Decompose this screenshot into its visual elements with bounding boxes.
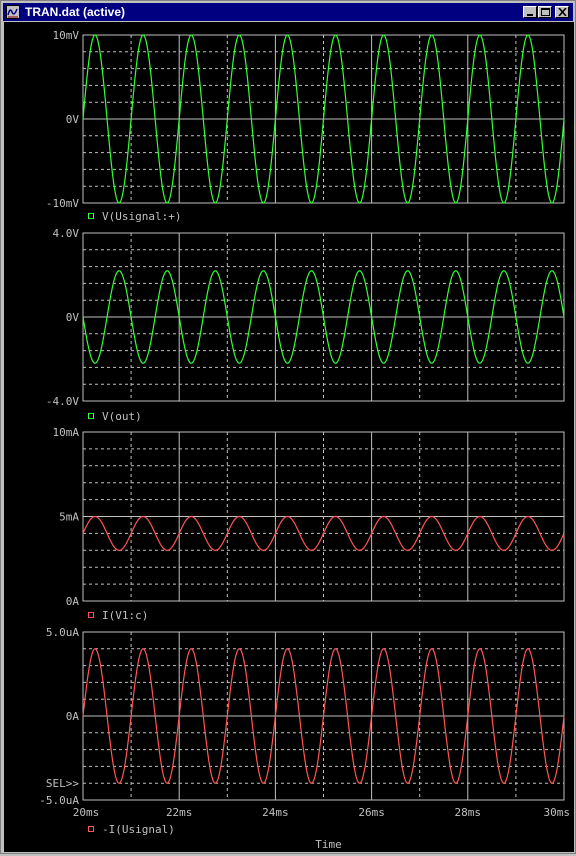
chart-panel-1[interactable]: 10mV 0V -10mV V(Usignal:+)	[46, 29, 565, 223]
chart-panel-3[interactable]: 10mA 5mA 0A I(V1:c)	[53, 426, 565, 622]
series-line-i-v1-c	[82, 515, 565, 551]
maximize-button[interactable]	[538, 6, 552, 18]
x-tick-label: 26ms	[358, 806, 385, 819]
y-tick-label: 10mA	[53, 426, 80, 439]
y-tick-label: 0A	[66, 595, 80, 608]
window-title: TRAN.dat (active)	[25, 5, 126, 19]
x-tick-label: 30ms	[544, 806, 571, 819]
y-tick-label: 4.0V	[53, 227, 80, 240]
sel-marker: SEL>>	[46, 777, 79, 790]
legend-marker	[88, 413, 94, 419]
minimize-button[interactable]	[523, 6, 537, 18]
y-tick-label: 0V	[66, 311, 80, 324]
legend-label: -I(Usignal)	[102, 823, 175, 836]
y-tick-label: -4.0V	[46, 395, 79, 408]
close-icon	[558, 8, 567, 16]
y-tick-label: 10mV	[53, 29, 80, 42]
close-button[interactable]	[555, 6, 569, 18]
legend-marker	[88, 213, 94, 219]
maximize-icon	[541, 8, 550, 16]
legend-marker	[88, 612, 94, 618]
x-tick-label: 20ms	[73, 806, 100, 819]
legend-label: V(Usignal:+)	[102, 210, 181, 223]
legend-marker	[88, 826, 94, 832]
x-tick-label: 22ms	[166, 806, 193, 819]
x-tick-label: 28ms	[455, 806, 482, 819]
x-axis-label: Time	[315, 838, 342, 851]
y-tick-label: 0A	[66, 710, 80, 723]
y-tick-label: 5.0uA	[46, 626, 79, 639]
legend-label: I(V1:c)	[102, 609, 148, 622]
plot-canvas[interactable]: 10mV 0V -10mV V(Usignal:+) 4.0V 0V -4.0V V(out)…	[4, 22, 574, 852]
y-tick-label: 0V	[66, 113, 80, 126]
legend-label: V(out)	[102, 410, 142, 423]
chart-panel-2[interactable]: 4.0V 0V -4.0V V(out)	[46, 227, 565, 423]
probe-window: TRAN.dat (active) 10mV 0V -10mV V(Usignal:+…	[0, 0, 576, 854]
x-tick-label: 24ms	[262, 806, 289, 819]
y-tick-label: -10mV	[46, 197, 79, 210]
minimize-icon	[527, 14, 533, 16]
plot-area[interactable]: 10mV 0V -10mV V(Usignal:+) 4.0V 0V -4.0V V(out)…	[4, 22, 574, 852]
chart-panel-4[interactable]: 5.0uA0A-5.0uA-I(Usignal)SEL>>20ms 22ms 24m…	[39, 626, 570, 851]
probe-window-icon	[6, 5, 20, 19]
y-tick-label: 5mA	[59, 511, 79, 524]
title-bar[interactable]: TRAN.dat (active)	[3, 3, 573, 21]
